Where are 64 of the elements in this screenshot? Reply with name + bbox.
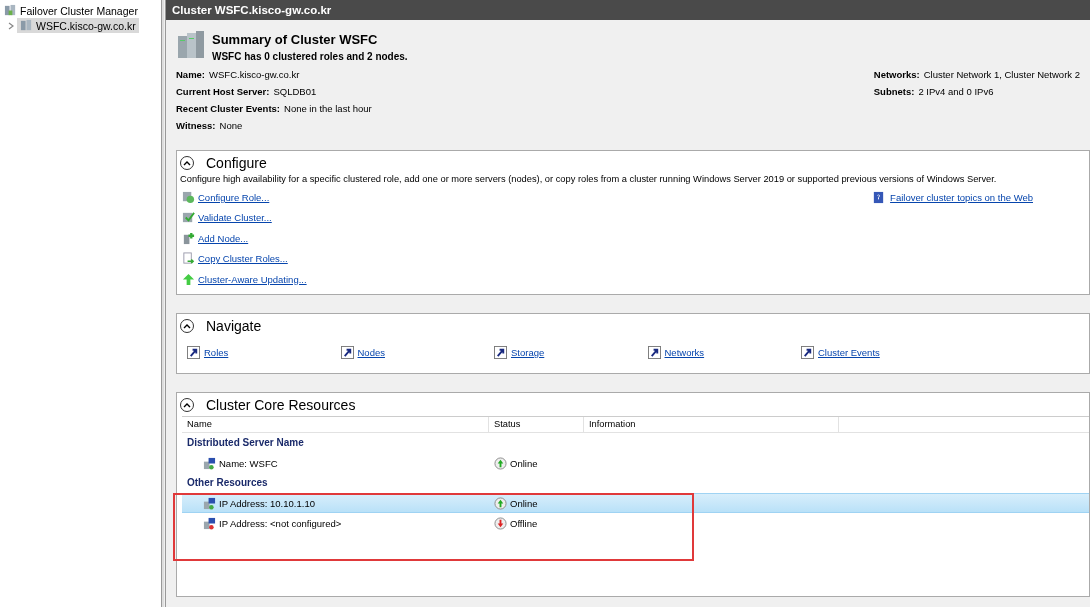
resource-name: IP Address: <not configured>: [219, 517, 342, 529]
section-title: Configure: [206, 155, 267, 171]
tree-item[interactable]: Failover Cluster Manager: [0, 3, 142, 18]
shortcut-arrow-icon: [187, 346, 200, 359]
section-title: Navigate: [206, 318, 262, 334]
resource-name: IP Address: 10.10.1.10: [219, 497, 315, 509]
resource-row[interactable]: Name: WSFC Online: [182, 453, 1089, 473]
validate-icon: [182, 211, 195, 225]
action-link[interactable]: Configure Role...: [198, 191, 270, 203]
section-title: Cluster Core Resources: [206, 397, 356, 413]
shortcut-arrow-icon: [801, 346, 814, 359]
server-cluster-icon: [176, 30, 206, 60]
property-label: Networks:: [873, 69, 920, 80]
add-server-icon: [182, 231, 195, 245]
action-link[interactable]: Copy Cluster Roles...: [198, 253, 288, 265]
navigate-link[interactable]: Networks: [664, 347, 705, 358]
action-link[interactable]: Add Node...: [198, 232, 249, 244]
status-text: Online: [510, 457, 538, 469]
copy-icon: [182, 252, 195, 266]
help-book-icon: [872, 190, 886, 204]
tree-label: Failover Cluster Manager: [20, 4, 138, 17]
navigate-link[interactable]: Nodes: [357, 347, 385, 358]
resource-name: Name: WSFC: [219, 457, 278, 469]
group-header: Distributed Server Name: [186, 436, 305, 450]
property-value: 2 IPv4 and 0 IPv6: [918, 86, 994, 97]
summary-subtitle: WSFC has 0 clustered roles and 2 nodes.: [212, 51, 408, 62]
section-description: Configure high availability for a specific clustered role, add one or more servers (nodes), or copy roles from a cluster running Windows Server 2019 or supported previous versions of Windows Server.: [179, 173, 998, 186]
help-link[interactable]: Failover cluster topics on the Web: [890, 191, 1033, 203]
shortcut-arrow-icon: [494, 346, 507, 359]
property-value: WSFC.kisco-gw.co.kr: [209, 69, 300, 80]
navigate-link[interactable]: Cluster Events: [818, 347, 880, 358]
navigate-link[interactable]: Roles: [204, 347, 229, 358]
pane-title: Cluster WSFC.kisco-gw.co.kr: [166, 0, 1090, 20]
column-header[interactable]: Information: [584, 417, 839, 432]
shortcut-arrow-icon: [647, 346, 661, 359]
navigate-link[interactable]: Storage: [511, 347, 545, 358]
tree-item[interactable]: WSFC.kisco-gw.co.kr: [17, 18, 139, 33]
property-label: Recent Cluster Events:: [176, 103, 280, 114]
column-header[interactable]: Status: [489, 417, 584, 432]
property-value: None: [219, 120, 243, 131]
status-text: Offline: [510, 517, 538, 529]
resource-row[interactable]: IP Address: 10.10.1.10 Online: [182, 493, 1089, 513]
status-text: Online: [510, 497, 538, 509]
action-link[interactable]: Validate Cluster...: [198, 212, 272, 224]
property-value: Cluster Network 1, Cluster Network 2: [923, 69, 1080, 80]
property-value: None in the last hour: [284, 103, 372, 114]
network-resource-icon: [203, 496, 216, 510]
up-arrow-icon: [182, 272, 195, 286]
property-label: Subnets:: [873, 86, 915, 97]
summary-title: Summary of Cluster WSFC: [212, 32, 379, 47]
property-value: SQLDB01: [273, 86, 317, 97]
action-link[interactable]: Cluster-Aware Updating...: [198, 273, 307, 285]
property-label: Name:: [176, 69, 206, 80]
column-header[interactable]: Name: [182, 417, 489, 432]
group-header: Other Resources: [186, 476, 269, 490]
property-label: Current Host Server:: [176, 86, 270, 97]
network-resource-icon: [203, 456, 216, 470]
shortcut-arrow-icon: [340, 346, 354, 359]
role-icon: [182, 190, 195, 204]
resource-row[interactable]: IP Address: <not configured> Offline: [182, 513, 1089, 533]
cluster-icon: [20, 19, 33, 32]
property-label: Witness:: [176, 120, 216, 131]
cluster-icon: [4, 4, 17, 17]
network-resource-icon: [203, 516, 216, 530]
